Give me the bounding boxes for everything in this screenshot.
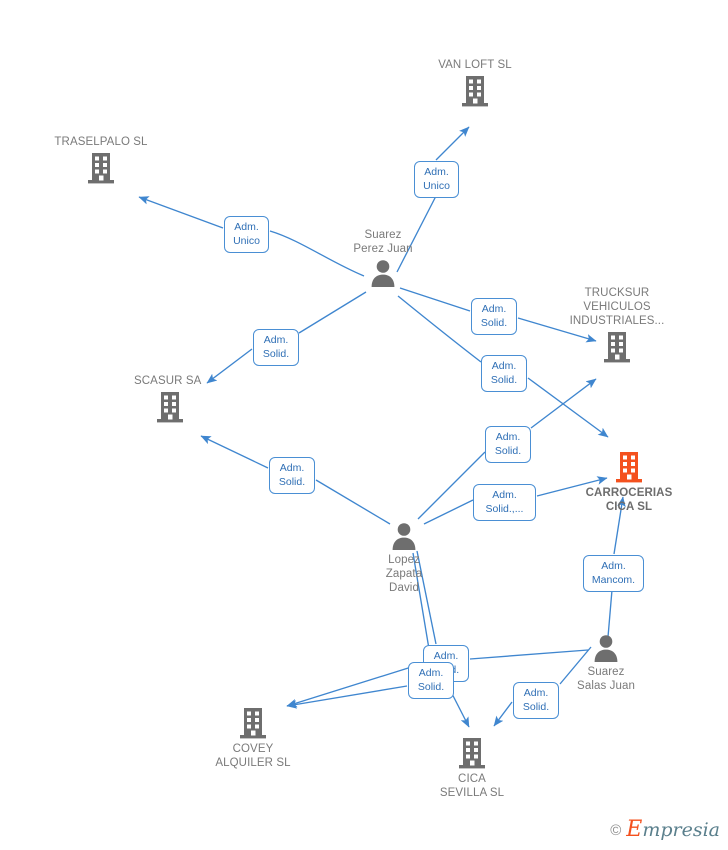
- node-company-carrocerias-cica[interactable]: CARROCERIAS CICA SL: [569, 450, 689, 514]
- building-icon: [604, 332, 630, 363]
- node-label: COVEY ALQUILER SL: [215, 743, 291, 769]
- node-label: CARROCERIAS CICA SL: [585, 487, 673, 513]
- edge-suarezperez-vanloft-upper: [435, 126, 470, 161]
- relationship-badge-trucksur-upper[interactable]: Adm. Solid.: [471, 298, 517, 335]
- building-icon: [616, 452, 642, 483]
- building-icon: [240, 708, 266, 739]
- person-icon: [371, 260, 395, 287]
- building-icon: [462, 76, 488, 107]
- node-label: TRASELPALO SL: [54, 136, 148, 148]
- building-icon: [157, 392, 183, 423]
- node-label: TRUCKSUR VEHICULOS INDUSTRIALES...: [569, 287, 665, 327]
- brand-initial: E: [626, 817, 643, 842]
- brand-rest: mpresia: [642, 819, 720, 841]
- brand-wordmark: Empresia: [626, 817, 720, 842]
- edge-suarezperez-scasur-right: [298, 291, 367, 334]
- building-icon: [459, 738, 485, 769]
- relationship-badge-scasur-upper[interactable]: Adm. Solid.: [253, 329, 299, 366]
- edge-suarezperez-carrocerias-left: [397, 295, 482, 363]
- node-person-suarez-perez-juan[interactable]: Suarez Perez Juan: [323, 228, 443, 288]
- edge-lopez-scasur-left: [200, 435, 269, 469]
- node-person-lopez-zapata-david[interactable]: Lopez Zapata David: [344, 521, 464, 595]
- node-label: Suarez Salas Juan: [577, 666, 635, 692]
- relationship-badge-covey-from-lopez[interactable]: Adm. Solid.: [408, 662, 454, 699]
- empresia-watermark: © Empresia: [610, 817, 720, 842]
- node-company-van-loft[interactable]: VAN LOFT SL: [415, 58, 535, 108]
- relationship-badge-trucksur-lower[interactable]: Adm. Solid.: [485, 426, 531, 463]
- node-label: Lopez Zapata David: [385, 554, 423, 594]
- node-label: SCASUR SA: [134, 375, 202, 387]
- node-company-trucksur[interactable]: TRUCKSUR VEHICULOS INDUSTRIALES...: [547, 286, 687, 364]
- node-company-covey-alquiler[interactable]: COVEY ALQUILER SL: [193, 706, 313, 770]
- node-company-scasur[interactable]: SCASUR SA: [110, 374, 230, 424]
- edge-suarezsalas-cicasevilla-left: [493, 701, 513, 727]
- edge-lopez-scasur-right: [315, 479, 391, 525]
- edge-lopez-covey-left: [286, 685, 408, 709]
- relationship-badge-mancomunado[interactable]: Adm. Mancom.: [583, 555, 644, 592]
- node-label: Suarez Perez Juan: [353, 229, 413, 255]
- node-company-cica-sevilla[interactable]: CICA SEVILLA SL: [412, 736, 532, 800]
- node-label: CICA SEVILLA SL: [439, 773, 505, 799]
- edge-suarezsalas-carrocerias-lower: [607, 589, 613, 638]
- edge-suarezsalas-covey-left: [286, 663, 422, 708]
- relationship-diagram-canvas: VAN LOFT SL TRASELPALO SL Suarez Perez J…: [0, 0, 728, 850]
- building-icon: [88, 153, 114, 184]
- person-icon: [392, 523, 416, 550]
- relationship-badge-traselpalo[interactable]: Adm. Unico: [224, 216, 269, 253]
- node-person-suarez-salas-juan[interactable]: Suarez Salas Juan: [546, 633, 666, 693]
- edge-layer: [138, 126, 626, 728]
- edge-suarezperez-traselpalo-left: [138, 196, 224, 229]
- relationship-badge-carrocerias-lower[interactable]: Adm. Solid.,...: [473, 484, 536, 521]
- relationship-badge-van-loft[interactable]: Adm. Unico: [414, 161, 459, 198]
- edge-suarezperez-carrocerias-right: [527, 377, 609, 438]
- relationship-badge-scasur-lower[interactable]: Adm. Solid.: [269, 457, 315, 494]
- node-label: VAN LOFT SL: [438, 59, 512, 71]
- copyright-symbol: ©: [610, 821, 622, 839]
- node-company-traselpalo[interactable]: TRASELPALO SL: [41, 135, 161, 185]
- relationship-badge-carrocerias-upper[interactable]: Adm. Solid.: [481, 355, 527, 392]
- edge-suarezperez-trucksur-left: [399, 287, 471, 312]
- person-icon: [594, 635, 618, 662]
- relationship-badge-cica-sevilla[interactable]: Adm. Solid.: [513, 682, 559, 719]
